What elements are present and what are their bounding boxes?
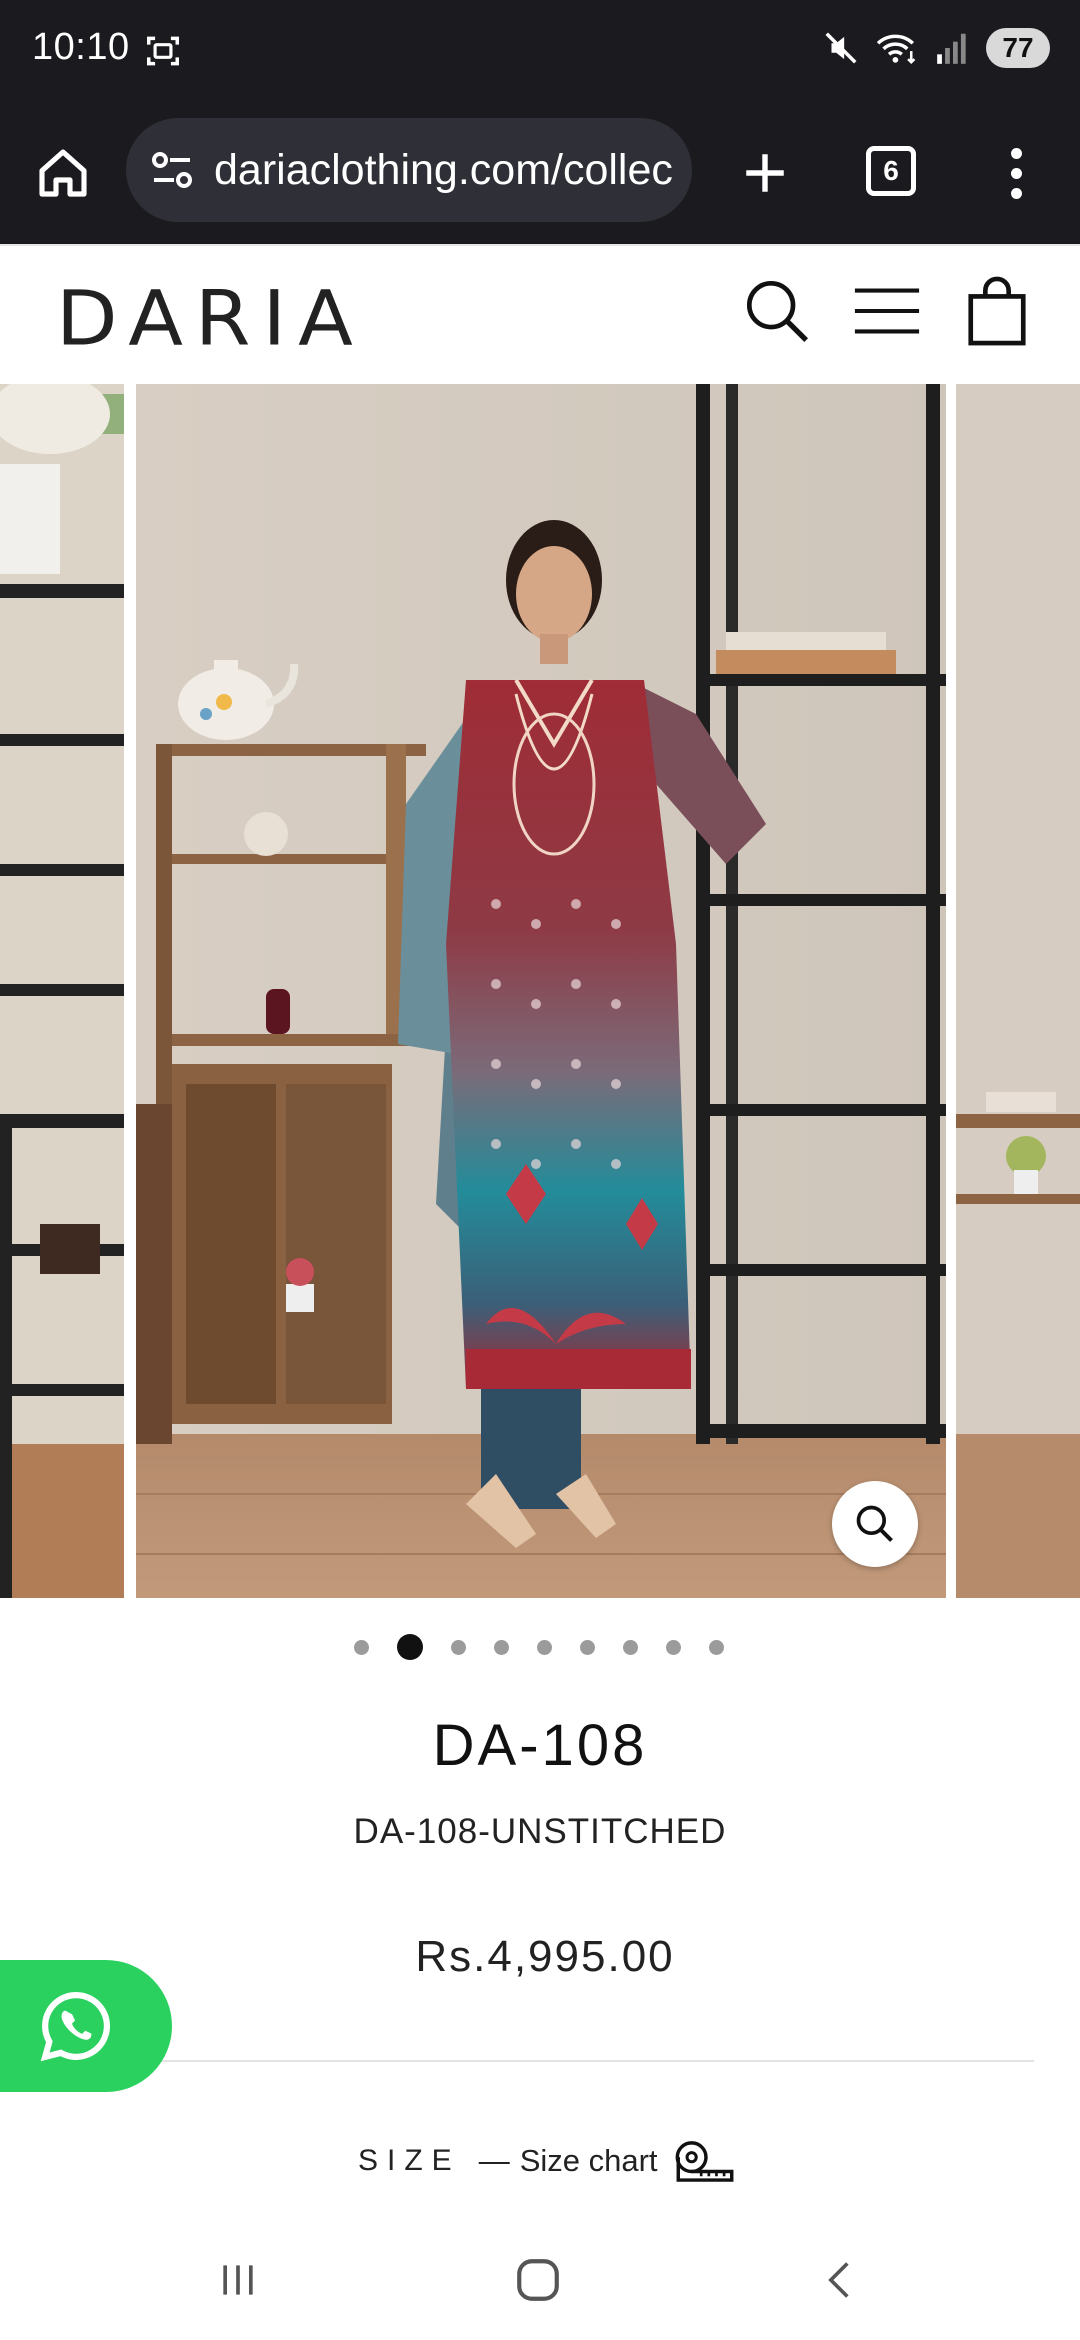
product-sku: DA-108-UNSTITCHED (353, 1812, 727, 1851)
browser-menu-button[interactable] (994, 138, 1038, 208)
gallery-dot[interactable] (537, 1639, 552, 1655)
gallery-dot[interactable] (451, 1639, 466, 1655)
size-chart-label: Size chart (519, 2143, 658, 2178)
size-chart-dash: — (478, 2143, 510, 2178)
wifi-icon (876, 34, 916, 65)
system-navigation-bar (0, 2220, 1080, 2340)
gallery-dot-active[interactable] (397, 1634, 423, 1660)
site-logo[interactable]: DARIA (56, 274, 365, 362)
home-button[interactable] (498, 2250, 578, 2310)
gallery-dot[interactable] (354, 1639, 369, 1655)
home-nav-icon (517, 2259, 559, 2301)
product-image-gallery[interactable] (0, 384, 1080, 1598)
measuring-tape-icon (675, 2141, 733, 2182)
recents-button[interactable] (198, 2250, 278, 2310)
menu-icon (1010, 147, 1022, 159)
zoom-button[interactable] (832, 1481, 918, 1567)
whatsapp-chat-button[interactable] (0, 1960, 172, 2092)
zoom-icon (856, 1505, 893, 1542)
size-selector-header: SIZE — Size chart (358, 2140, 736, 2182)
new-tab-button[interactable] (730, 138, 800, 208)
whatsapp-icon (40, 1992, 111, 2062)
product-title: DA-108 (432, 1713, 648, 1778)
back-button[interactable] (800, 2250, 880, 2310)
gallery-image-next[interactable] (956, 384, 1080, 1598)
search-icon[interactable] (742, 276, 812, 346)
gallery-dot[interactable] (666, 1639, 681, 1655)
browser-home-button[interactable] (30, 140, 96, 206)
address-bar[interactable]: dariaclothing.com/collec (126, 118, 692, 222)
mute-icon (825, 32, 857, 64)
hamburger-menu-icon[interactable] (852, 276, 922, 346)
gallery-dot[interactable] (623, 1639, 638, 1655)
divider (54, 2060, 1034, 2062)
product-price: Rs.4,995.00 (415, 1932, 675, 1981)
new-tab-icon (746, 154, 784, 192)
size-label: SIZE (358, 2144, 461, 2177)
site-info-icon[interactable] (148, 146, 196, 194)
gallery-image-previous[interactable] (0, 384, 124, 1598)
site-header: DARIA (0, 244, 1080, 382)
gallery-pagination (0, 1632, 1080, 1662)
status-time: 10:10 (32, 26, 130, 68)
signal-icon (937, 33, 966, 64)
screenshot-icon (147, 36, 179, 66)
recents-icon (223, 2265, 253, 2295)
shopping-bag-icon[interactable] (962, 276, 1032, 346)
gallery-image-main[interactable] (136, 384, 946, 1598)
tab-switcher-button[interactable]: 6 (866, 146, 916, 196)
address-bar-url: dariaclothing.com/collec (214, 145, 673, 194)
gallery-dot[interactable] (580, 1639, 595, 1655)
gallery-dot[interactable] (494, 1639, 509, 1655)
back-icon (828, 2262, 849, 2298)
status-icons: 77 (822, 28, 1050, 68)
browser-toolbar: dariaclothing.com/collec 6 (0, 100, 1080, 244)
size-chart-link[interactable]: — Size chart (479, 2140, 736, 2182)
home-icon (39, 149, 87, 197)
gallery-dot[interactable] (709, 1639, 724, 1655)
battery-indicator: 77 (986, 28, 1050, 68)
status-bar: 10:10 77 (0, 0, 1080, 100)
